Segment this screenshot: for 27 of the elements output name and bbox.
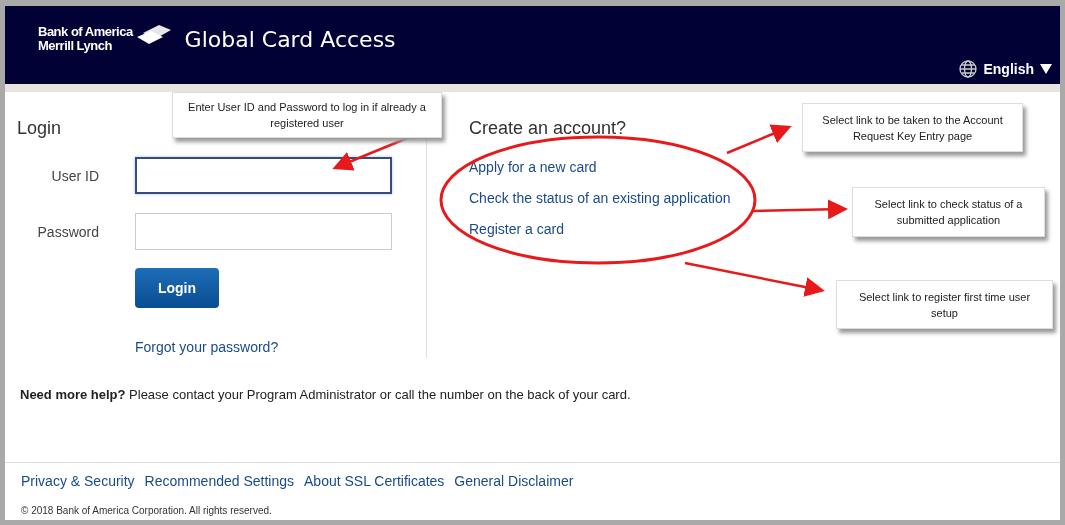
forgot-password-link[interactable]: Forgot your password? (135, 339, 279, 355)
footer-link[interactable]: About SSL Certificates (304, 473, 445, 489)
caret-icon (1040, 64, 1052, 74)
annotation-arrow (726, 124, 792, 155)
login-heading: Login (17, 118, 62, 139)
annotation-callout: Select link to check status of a submitted application (852, 187, 1045, 237)
app-title: Global Card Access (184, 26, 396, 52)
help-text: Need more help? Please contact your Program Administrator or call the number on the back of your card. (19, 386, 632, 402)
footer-link[interactable]: Privacy & Security (21, 473, 135, 489)
language-selector[interactable]: English (959, 60, 1052, 78)
footer-link[interactable]: Recommended Settings (144, 473, 294, 489)
field-label: User ID (50, 167, 99, 184)
globe-icon (959, 60, 978, 78)
account-link[interactable]: Check the status of an existing application (469, 190, 731, 206)
annotation-callout: Select link to be taken to the Account Request Key Entry page (802, 103, 1023, 152)
account-link[interactable]: Register a card (469, 221, 564, 237)
logo-text: Bank of America Merrill Lynch (38, 25, 133, 53)
input-field[interactable] (135, 157, 392, 194)
create-account-heading: Create an account? (469, 118, 627, 139)
copyright-text: © 2018 Bank of America Corporation. All rights reserved. (21, 505, 273, 516)
annotation-callout: Enter User ID and Password to log in if already a registered user (172, 92, 442, 138)
field-label: Password (36, 223, 99, 240)
footer-link[interactable]: General Disclaimer (454, 473, 574, 489)
account-link[interactable]: Apply for a new card (469, 159, 597, 175)
flag-logo-icon (136, 25, 171, 45)
annotation-callout: Select link to register first time user setup (836, 280, 1053, 329)
login-button[interactable]: Login (135, 268, 219, 308)
